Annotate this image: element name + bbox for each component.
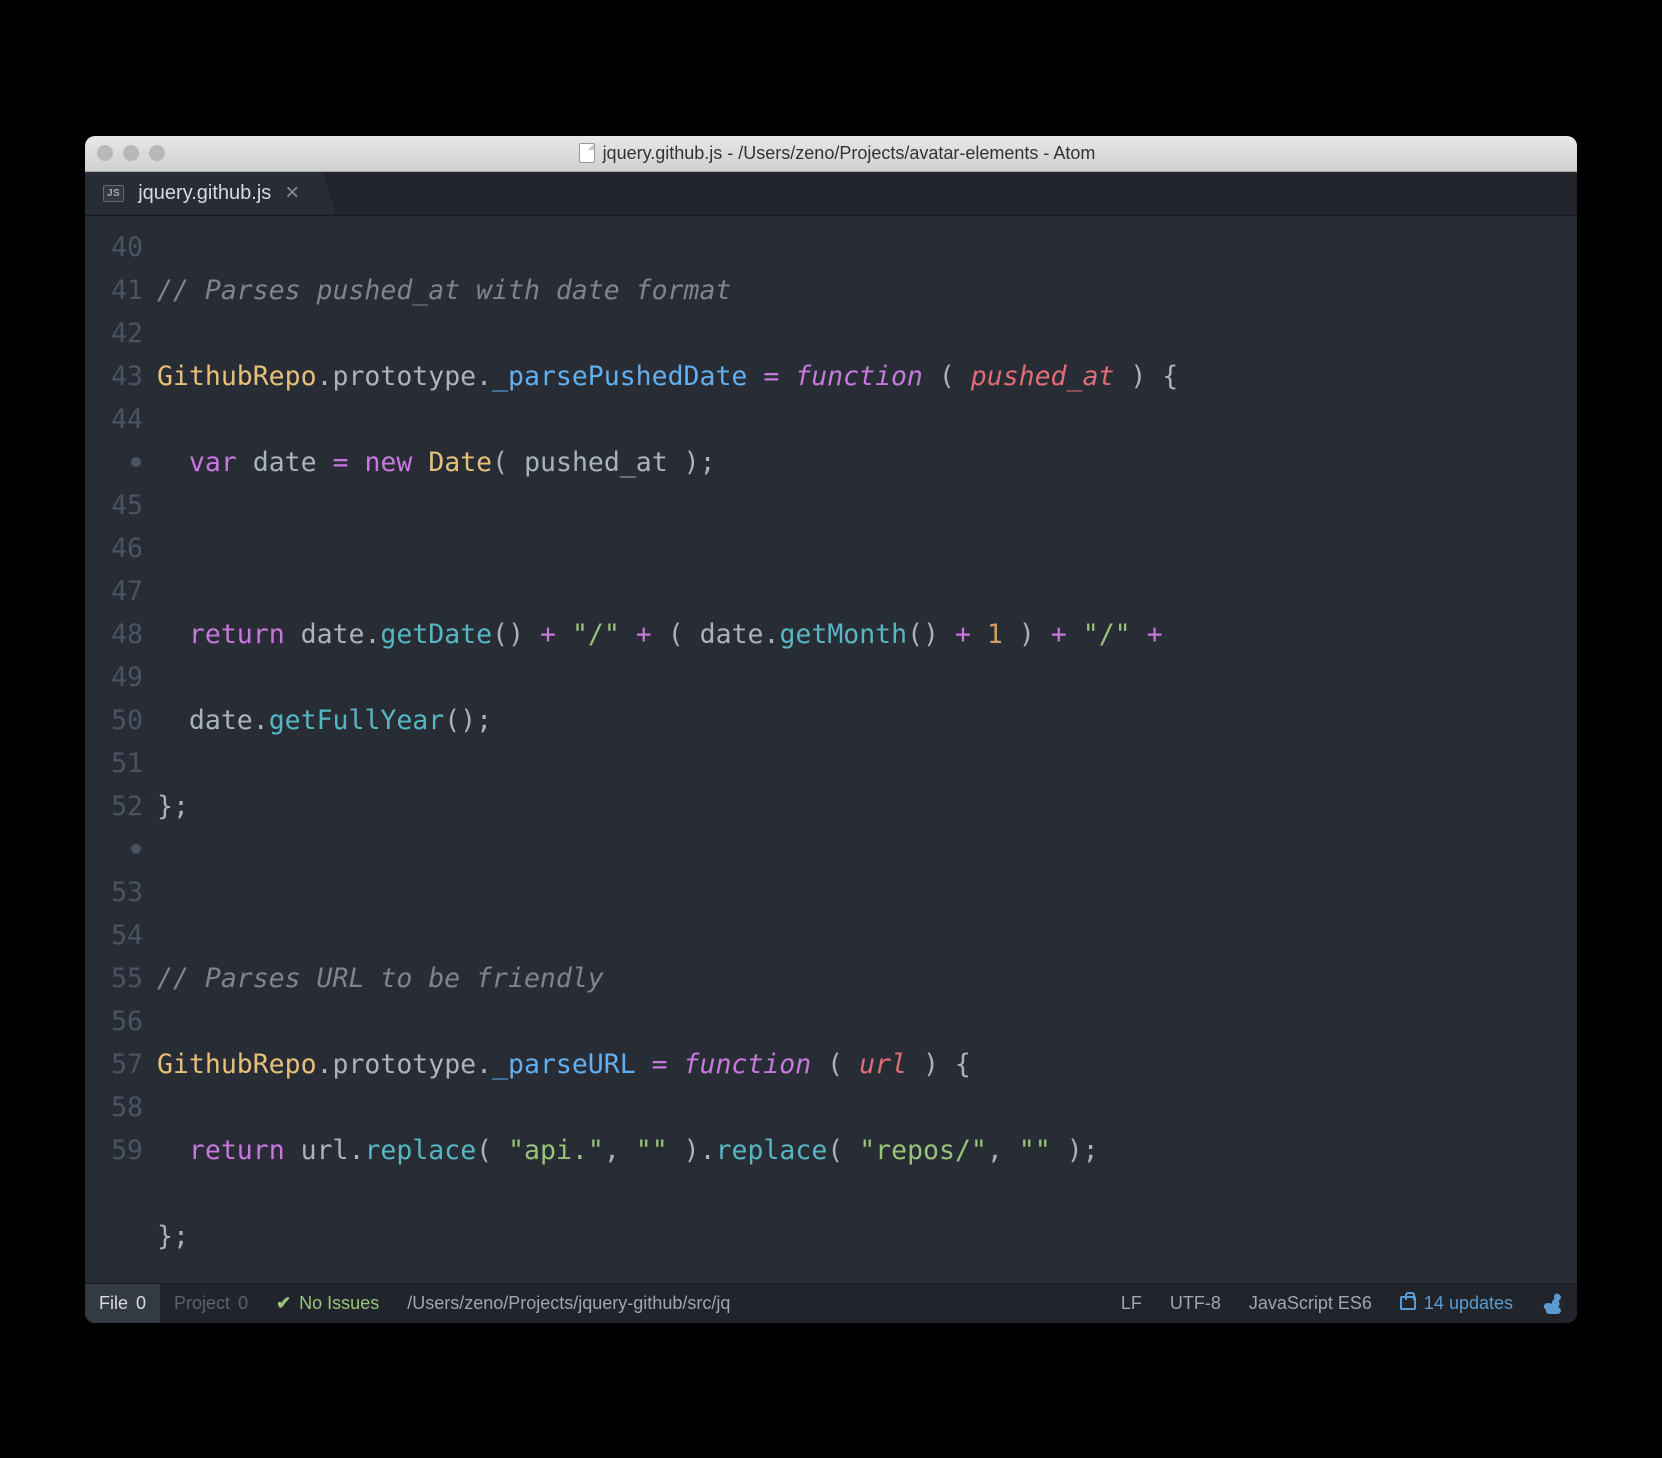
line-number[interactable]: 41 — [85, 269, 143, 312]
comment: // Parses URL to be friendly — [157, 963, 604, 994]
status-updates[interactable]: 14 updates — [1386, 1284, 1527, 1323]
line-number[interactable]: 43 — [85, 355, 143, 398]
status-linter[interactable]: ✔ No Issues — [262, 1284, 393, 1323]
line-number[interactable]: 58 — [85, 1086, 143, 1129]
squirrel-icon[interactable] — [1527, 1284, 1577, 1323]
tab-jquery-github[interactable]: JS jquery.github.js × — [85, 172, 336, 215]
status-line-ending[interactable]: LF — [1107, 1284, 1156, 1323]
comment: // Parses pushed_at with date format — [157, 275, 731, 306]
line-number[interactable]: 59 — [85, 1129, 143, 1172]
editor-area[interactable]: 40 41 42 43 44 45 46 47 48 49 50 51 52 5… — [85, 216, 1577, 1283]
minimize-window-button[interactable] — [123, 145, 139, 161]
status-project-count[interactable]: Project 0 — [160, 1284, 262, 1323]
line-number[interactable]: 56 — [85, 1000, 143, 1043]
line-number[interactable]: 45 — [85, 484, 143, 527]
line-number-gutter[interactable]: 40 41 42 43 44 45 46 47 48 49 50 51 52 5… — [85, 226, 157, 1283]
tab-bar[interactable]: JS jquery.github.js × — [85, 172, 1577, 216]
line-number[interactable]: 47 — [85, 570, 143, 613]
line-number[interactable]: 51 — [85, 742, 143, 785]
js-file-icon: JS — [103, 185, 124, 202]
line-number[interactable]: 57 — [85, 1043, 143, 1086]
line-number[interactable]: 54 — [85, 914, 143, 957]
soft-wrap-indicator — [85, 441, 143, 484]
status-file-path[interactable]: /Users/zeno/Projects/jquery-github/src/j… — [393, 1284, 744, 1323]
line-number[interactable]: 44 — [85, 398, 143, 441]
status-encoding[interactable]: UTF-8 — [1156, 1284, 1235, 1323]
code-content[interactable]: // Parses pushed_at with date format Git… — [157, 226, 1577, 1283]
status-file-count[interactable]: File 0 — [85, 1284, 160, 1323]
line-number[interactable]: 50 — [85, 699, 143, 742]
line-number[interactable]: 53 — [85, 871, 143, 914]
status-bar: File 0 Project 0 ✔ No Issues /Users/zeno… — [85, 1283, 1577, 1323]
window-title: jquery.github.js - /Users/zeno/Projects/… — [175, 143, 1499, 164]
traffic-lights — [97, 145, 165, 161]
line-number[interactable]: 42 — [85, 312, 143, 355]
close-tab-icon[interactable]: × — [285, 179, 299, 207]
line-number[interactable]: 46 — [85, 527, 143, 570]
editor-window: jquery.github.js - /Users/zeno/Projects/… — [85, 136, 1577, 1323]
line-number[interactable]: 48 — [85, 613, 143, 656]
line-number[interactable]: 52 — [85, 785, 143, 828]
maximize-window-button[interactable] — [149, 145, 165, 161]
tab-filename: jquery.github.js — [138, 182, 271, 205]
status-grammar[interactable]: JavaScript ES6 — [1235, 1284, 1386, 1323]
fold-indicator[interactable] — [85, 828, 143, 871]
line-number[interactable]: 40 — [85, 226, 143, 269]
check-icon: ✔ — [276, 1293, 291, 1314]
package-icon — [1400, 1296, 1416, 1310]
file-icon — [579, 143, 595, 163]
line-number[interactable]: 55 — [85, 957, 143, 1000]
window-title-text: jquery.github.js - /Users/zeno/Projects/… — [603, 143, 1096, 164]
close-window-button[interactable] — [97, 145, 113, 161]
line-number[interactable]: 49 — [85, 656, 143, 699]
titlebar[interactable]: jquery.github.js - /Users/zeno/Projects/… — [85, 136, 1577, 172]
